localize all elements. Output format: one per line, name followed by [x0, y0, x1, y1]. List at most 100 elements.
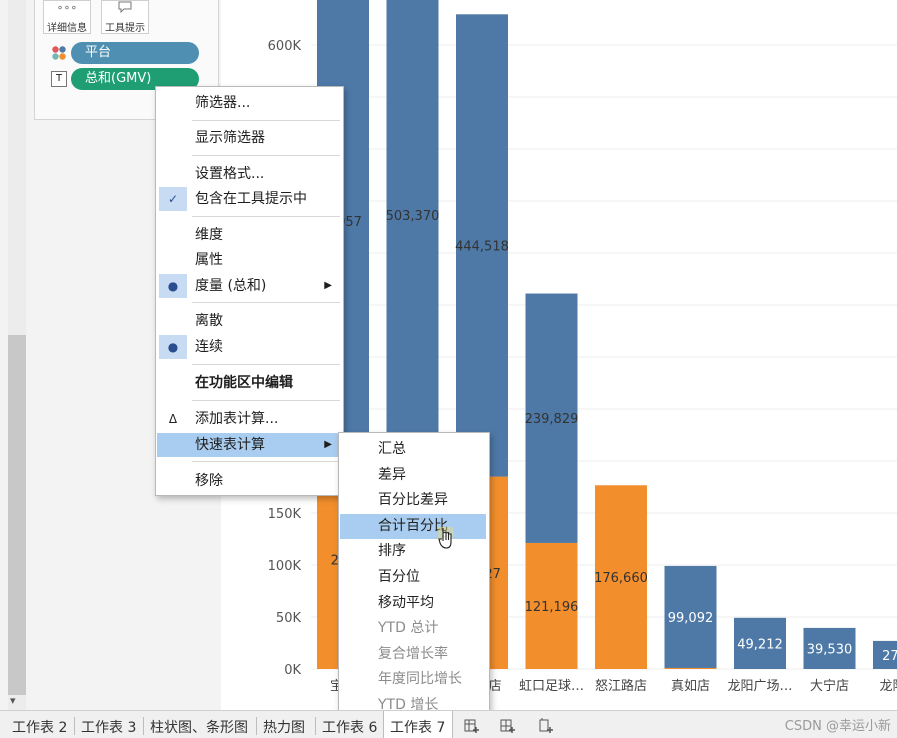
menu-separator	[192, 155, 340, 156]
quick-calc-item-3[interactable]: 合计百分比	[340, 513, 486, 539]
quick-calc-item-1[interactable]: 差异	[340, 463, 486, 488]
menu-item-label: 在功能区中编辑	[195, 375, 293, 391]
category-label: 龙阳广场…	[727, 679, 792, 694]
y-tick-label: 0K	[284, 663, 301, 678]
menu-item-10[interactable]: Δ 添加表计算...	[157, 407, 342, 431]
menu-item-6[interactable]: ● 度量 (总和) ▶	[157, 274, 342, 298]
gmv-pill-label: 总和(GMV)	[85, 71, 152, 86]
tooltip-label: 工具提示	[105, 23, 145, 34]
menu-item-3[interactable]: ✓ 包含在工具提示中	[157, 187, 342, 211]
menu-item-2[interactable]: 设置格式...	[157, 162, 342, 186]
y-tick-label: 600K	[268, 39, 302, 54]
tab-divider	[256, 717, 257, 735]
quick-calc-label: 排序	[378, 543, 406, 560]
bar-segment-orange	[664, 667, 717, 669]
quick-table-calc-submenu: 汇总差异百分比差异合计百分比排序百分位移动平均 YTD 总计 复合增长率年度同比增长…	[338, 432, 490, 718]
tab-heatmap[interactable]: 热力图	[263, 717, 305, 737]
text-mark-icon: T	[51, 71, 67, 87]
menu-separator	[192, 461, 340, 462]
y-tick-label: 50K	[276, 611, 302, 626]
tab-sheet-7[interactable]: 工作表 7	[390, 717, 445, 737]
bar-segment-blue	[386, 0, 439, 477]
quick-calc-item-9[interactable]: 年度同比增长	[340, 667, 486, 692]
menu-separator	[192, 400, 340, 401]
quick-calc-item-5[interactable]: 百分位	[340, 565, 486, 590]
new-dashboard-icon[interactable]	[500, 718, 516, 734]
menu-item-8[interactable]: ● 连续	[157, 335, 342, 359]
quick-calc-item-2[interactable]: 百分比差异	[340, 488, 486, 513]
menu-item-4[interactable]: 维度	[157, 223, 342, 247]
menu-separator	[192, 302, 340, 303]
field-context-menu: 筛选器... 显示筛选器设置格式... ✓ 包含在工具提示中维度属性 ● 度量 (总和) ▶…	[155, 86, 344, 496]
tab-bar-chart[interactable]: 柱状图、条形图	[150, 717, 248, 737]
value-label: 176,660	[594, 571, 648, 586]
quick-calc-label: 移动平均	[378, 594, 434, 611]
menu-item-label: 设置格式...	[195, 166, 265, 182]
category-label: 虹口足球…	[519, 679, 584, 694]
menu-item-7[interactable]: 离散	[157, 309, 342, 333]
menu-item-5[interactable]: 属性	[157, 248, 342, 272]
delta-icon: Δ	[168, 412, 178, 426]
tab-divider	[315, 717, 316, 735]
quick-calc-item-8[interactable]: 复合增长率	[340, 642, 486, 667]
detail-label: 详细信息	[47, 23, 87, 34]
tab-sheet-3[interactable]: 工作表 3	[81, 717, 136, 737]
quick-calc-item-0[interactable]: 汇总	[340, 437, 486, 462]
checkmark-icon: ✓	[159, 187, 187, 211]
category-label: 真如店	[671, 678, 710, 694]
detail-dots-icon: ∘∘∘	[56, 1, 78, 14]
y-tick-label: 150K	[268, 507, 302, 522]
menu-item-0[interactable]: 筛选器...	[157, 91, 342, 115]
quick-calc-label: 复合增长率	[378, 645, 448, 662]
value-label: 49,212	[737, 637, 783, 652]
new-worksheet-icon[interactable]	[464, 718, 480, 734]
menu-item-label: 筛选器...	[195, 95, 251, 111]
menu-item-label: 添加表计算...	[195, 411, 279, 427]
value-label: 239,829	[525, 412, 579, 427]
quick-calc-label: 年度同比增长	[378, 671, 462, 688]
detail-button[interactable]: ∘∘∘ 详细信息	[43, 0, 91, 34]
tooltip-button[interactable]: 工具提示	[101, 0, 149, 34]
menu-item-9[interactable]: 在功能区中编辑	[157, 371, 342, 395]
menu-item-label: 连续	[195, 339, 223, 355]
menu-separator	[192, 364, 340, 365]
menu-item-1[interactable]: 显示筛选器	[157, 126, 342, 150]
menu-item-label: 显示筛选器	[195, 130, 265, 146]
menu-item-label: 度量 (总和)	[195, 278, 267, 294]
category-label: 大宁店	[810, 678, 849, 694]
platform-pill[interactable]: 平台	[71, 42, 199, 64]
value-label: 39,530	[807, 642, 853, 657]
value-label: 99,092	[668, 611, 714, 626]
value-label: 503,370	[386, 209, 440, 224]
tab-sheet-2[interactable]: 工作表 2	[12, 717, 67, 737]
menu-item-label: 移除	[195, 473, 223, 489]
scroll-down-arrow-icon[interactable]: ▾	[10, 694, 16, 707]
radio-dot-icon: ●	[159, 274, 187, 298]
y-tick-label: 100K	[268, 559, 302, 574]
sheet-tab-bar: 工作表 2 工作表 3 柱状图、条形图 热力图 工作表 6 工作表 7 CSDN…	[0, 710, 897, 738]
menu-item-12[interactable]: 移除	[157, 469, 342, 493]
quick-calc-item-7[interactable]: YTD 总计	[340, 616, 486, 641]
menu-item-label: 属性	[195, 252, 223, 268]
menu-item-11[interactable]: 快速表计算 ▶	[157, 433, 342, 457]
menu-item-label: 离散	[195, 313, 223, 329]
quick-calc-label: 百分比差异	[378, 492, 448, 509]
quick-calc-label: 汇总	[378, 441, 406, 457]
submenu-arrow-icon: ▶	[324, 280, 332, 291]
quick-calc-item-4[interactable]: 排序	[340, 539, 486, 564]
quick-calc-label: YTD 总计	[378, 620, 439, 637]
left-scrollbar-thumb[interactable]	[8, 335, 26, 695]
menu-separator	[192, 120, 340, 121]
quick-calc-item-6[interactable]: 移动平均	[340, 591, 486, 616]
menu-item-label: 包含在工具提示中	[195, 191, 307, 207]
tab-divider	[74, 717, 75, 735]
menu-separator	[192, 216, 340, 217]
platform-pill-label: 平台	[85, 45, 112, 60]
menu-item-label: 快速表计算	[195, 437, 265, 453]
mouse-pointer-icon	[438, 527, 454, 549]
new-story-icon[interactable]	[538, 718, 554, 734]
tab-sheet-6[interactable]: 工作表 6	[322, 717, 377, 737]
radio-dot-icon: ●	[159, 335, 187, 359]
value-label: 27,…	[882, 649, 897, 664]
value-label: 121,196	[525, 600, 579, 615]
